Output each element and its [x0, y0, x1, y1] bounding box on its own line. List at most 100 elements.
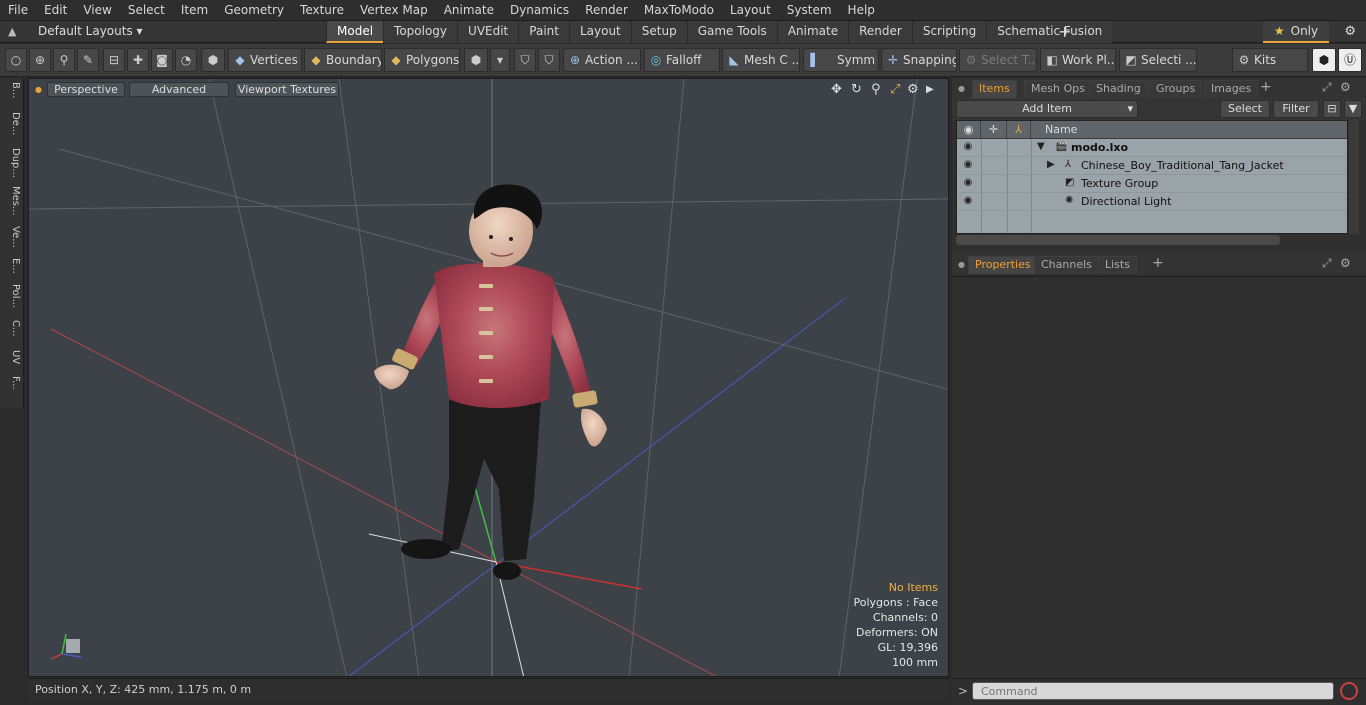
eye-icon[interactable]: ◉	[961, 195, 975, 207]
action-center-button[interactable]: ⊕ Action ...	[563, 48, 641, 72]
left-tab-deform[interactable]: De...	[3, 112, 21, 146]
tree-row-mesh[interactable]: ◉ ▶ ⅄ Chinese_Boy_Traditional_Tang_Jacke…	[957, 157, 1347, 175]
menu-view[interactable]: View	[75, 0, 119, 21]
shield-alt-icon[interactable]: ⛉	[538, 48, 560, 72]
default-layouts-dropdown[interactable]: Default Layouts ▾	[38, 24, 143, 38]
tab-schematic-fusion[interactable]: Schematic Fusion	[986, 21, 1113, 43]
tree-row-texture-group[interactable]: ◉ ◩ Texture Group	[957, 175, 1347, 193]
left-tab-mesh-edit[interactable]: Mes...	[3, 186, 21, 224]
tab-shading[interactable]: Shading	[1089, 80, 1148, 98]
eye-icon[interactable]: ◉	[961, 141, 975, 153]
left-tab-vertex[interactable]: Ve...	[3, 226, 21, 256]
item-list-horizontal-scrollbar[interactable]	[956, 235, 1280, 245]
layout-gear-icon[interactable]: ⚙	[1344, 24, 1356, 39]
menu-file[interactable]: File	[0, 0, 36, 21]
menu-item[interactable]: Item	[173, 0, 216, 21]
snap-square-icon[interactable]: ◙	[151, 48, 173, 72]
work-plane-button[interactable]: ◧ Work Pl...	[1040, 48, 1116, 72]
tab-channels[interactable]: Channels	[1034, 256, 1099, 274]
item-mode-icon[interactable]: ⬢	[201, 48, 225, 72]
orbit-rotate-icon[interactable]: ↻	[851, 82, 862, 97]
kits-button[interactable]: ⚙ Kits	[1232, 48, 1308, 72]
menu-animate[interactable]: Animate	[436, 0, 502, 21]
mesh-constraint-button[interactable]: ◣ Mesh C ...	[722, 48, 800, 72]
type-column-icon[interactable]: ⅄	[1007, 121, 1031, 139]
tab-render[interactable]: Render	[848, 21, 912, 43]
properties-menu-dot-icon[interactable]: ●	[958, 260, 965, 269]
tab-scripting[interactable]: Scripting	[911, 21, 987, 43]
tree-row-scene[interactable]: ◉ ▼ 🎬 modo.lxo	[957, 139, 1347, 157]
menu-edit[interactable]: Edit	[36, 0, 75, 21]
viewport-gear-icon[interactable]: ⚙	[907, 82, 919, 97]
select-button[interactable]: Select	[1220, 100, 1270, 118]
left-tab-fusion[interactable]: F...	[3, 376, 21, 404]
lock-column-icon[interactable]: ✛	[981, 121, 1007, 139]
left-tab-curve[interactable]: C...	[3, 320, 21, 346]
expand-arrow-icon[interactable]: ▼	[1037, 141, 1045, 152]
advanced-button[interactable]: Advanced	[129, 82, 229, 97]
items-panel-gear-icon[interactable]: ⚙	[1340, 80, 1351, 94]
circle-select-icon[interactable]: ○	[5, 48, 27, 72]
material-dropdown-icon[interactable]: ▾	[490, 48, 510, 72]
menu-layout[interactable]: Layout	[722, 0, 779, 21]
name-column-header[interactable]: Name	[1031, 121, 1347, 139]
tab-game-tools[interactable]: Game Tools	[686, 21, 777, 43]
collapse-icon[interactable]: ⊟	[1323, 100, 1341, 118]
globe-icon[interactable]: ⊕	[29, 48, 51, 72]
material-mode-icon[interactable]: ⬢	[464, 48, 488, 72]
add-tab-plus-icon[interactable]: +	[1058, 22, 1071, 41]
tab-layout[interactable]: Layout	[568, 21, 631, 43]
menu-texture[interactable]: Texture	[292, 0, 352, 21]
selection-sets-button[interactable]: ◩ Selecti ...	[1119, 48, 1197, 72]
eye-icon[interactable]: ◉	[961, 177, 975, 189]
perspective-button[interactable]: Perspective	[47, 82, 125, 97]
command-input[interactable]	[972, 682, 1334, 700]
add-item-button[interactable]: Add Item ▾	[956, 100, 1138, 118]
visibility-column-eye-icon[interactable]: ◉	[957, 121, 981, 139]
tab-images[interactable]: Images	[1204, 80, 1259, 98]
unreal-icon[interactable]: Ⓤ	[1338, 48, 1362, 72]
tab-groups[interactable]: Groups	[1149, 80, 1203, 98]
tree-row-directional-light[interactable]: ◉ ✺ Directional Light	[957, 193, 1347, 211]
left-tab-basic[interactable]: B...	[3, 82, 21, 110]
maximize-icon[interactable]: ⤢	[890, 82, 900, 97]
pen-tool-icon[interactable]: ⚲	[53, 48, 75, 72]
left-tab-uv[interactable]: UV	[3, 350, 21, 374]
left-tab-duplicate[interactable]: Dup...	[3, 148, 21, 184]
tab-paint[interactable]: Paint	[518, 21, 569, 43]
polygons-button[interactable]: ◆ Polygons	[384, 48, 460, 72]
shield-icon[interactable]: ⛉	[514, 48, 536, 72]
menu-maxtomodo[interactable]: MaxToModo	[636, 0, 722, 21]
menu-vertex-map[interactable]: Vertex Map	[352, 0, 436, 21]
properties-maximize-icon[interactable]: ⤢	[1322, 256, 1332, 271]
menu-system[interactable]: System	[779, 0, 840, 21]
left-tab-edge[interactable]: E...	[3, 258, 21, 282]
filter-funnel-icon[interactable]: ▼	[1344, 100, 1362, 118]
vertices-button[interactable]: ◆ Vertices	[228, 48, 302, 72]
zoom-search-icon[interactable]: ⚲	[871, 82, 881, 97]
rotate-circle-icon[interactable]: ◔	[175, 48, 197, 72]
left-tab-polygon[interactable]: Pol...	[3, 284, 21, 318]
tab-topology[interactable]: Topology	[383, 21, 458, 43]
eye-icon[interactable]: ◉	[961, 159, 975, 171]
viewport-expand-arrow-icon[interactable]: ▶	[926, 84, 934, 95]
symmetry-button[interactable]: ▌ Symm ...	[803, 48, 879, 72]
align-icon[interactable]: ⊟	[103, 48, 125, 72]
transform-icon[interactable]: ✚	[127, 48, 149, 72]
properties-add-tab-plus-icon[interactable]: +	[1152, 255, 1164, 271]
boundary-button[interactable]: ◆ Boundary	[304, 48, 382, 72]
menu-help[interactable]: Help	[840, 0, 883, 21]
pan-move-icon[interactable]: ✥	[831, 82, 842, 97]
select-through-button[interactable]: ⚙ Select T...	[959, 48, 1037, 72]
brush-icon[interactable]: ✎	[77, 48, 99, 72]
unity-icon[interactable]: ⬢	[1312, 48, 1336, 72]
tab-items[interactable]: Items	[972, 80, 1017, 98]
menu-dynamics[interactable]: Dynamics	[502, 0, 577, 21]
tab-setup[interactable]: Setup	[630, 21, 687, 43]
expand-arrow-icon[interactable]: ▶	[1047, 159, 1055, 170]
only-button[interactable]: ★ Only	[1263, 21, 1329, 43]
items-add-tab-plus-icon[interactable]: +	[1260, 79, 1272, 95]
menu-render[interactable]: Render	[577, 0, 636, 21]
tab-model[interactable]: Model	[326, 21, 384, 43]
record-macro-icon[interactable]	[1340, 682, 1358, 700]
